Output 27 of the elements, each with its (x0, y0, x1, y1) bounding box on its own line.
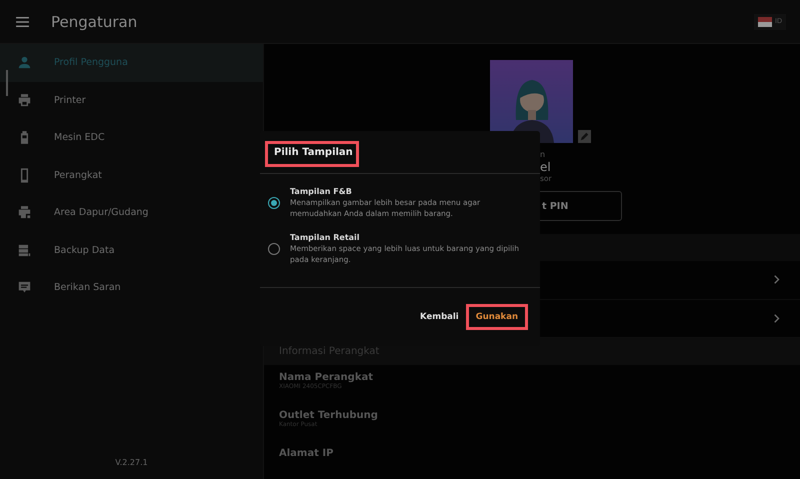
radio-button[interactable] (268, 197, 280, 209)
dialog-title: Pilih Tampilan (274, 146, 353, 158)
info-label: Alamat IP (279, 448, 334, 459)
menu-icon[interactable] (16, 16, 29, 26)
highlight-frame (466, 304, 528, 330)
confirm-button[interactable]: Gunakan (466, 304, 528, 330)
sidebar-item[interactable]: Backup Data (0, 232, 263, 269)
sidebar-item[interactable]: Perangkat (0, 156, 263, 194)
sidebar-item[interactable]: Berikan Saran (0, 269, 263, 306)
sidebar-item[interactable]: Area Dapur/Gudang (0, 194, 263, 232)
option-label: Tampilan F&B (290, 186, 353, 197)
sidebar-item[interactable]: Printer (0, 82, 263, 119)
sidebar-item[interactable]: Mesin EDC (0, 119, 263, 156)
printer-icon (16, 92, 33, 109)
radio-button[interactable] (268, 243, 280, 255)
user-name: el (540, 160, 552, 174)
profile-label: n (540, 150, 546, 160)
chevron-right-icon (774, 275, 780, 284)
flag-icon (758, 16, 772, 26)
version-label: V.2.27.1 (114, 458, 149, 467)
chevron-right-icon (774, 314, 780, 324)
option-label: Tampilan Retail (290, 232, 361, 243)
cancel-button[interactable]: Kembali (416, 306, 463, 328)
info-label: Nama Perangkat (279, 372, 374, 383)
sidebar-item[interactable]: Profil Pengguna (0, 44, 263, 82)
info-label: Outlet Terhubung (279, 410, 379, 421)
page-title: Pengaturan (51, 12, 138, 30)
